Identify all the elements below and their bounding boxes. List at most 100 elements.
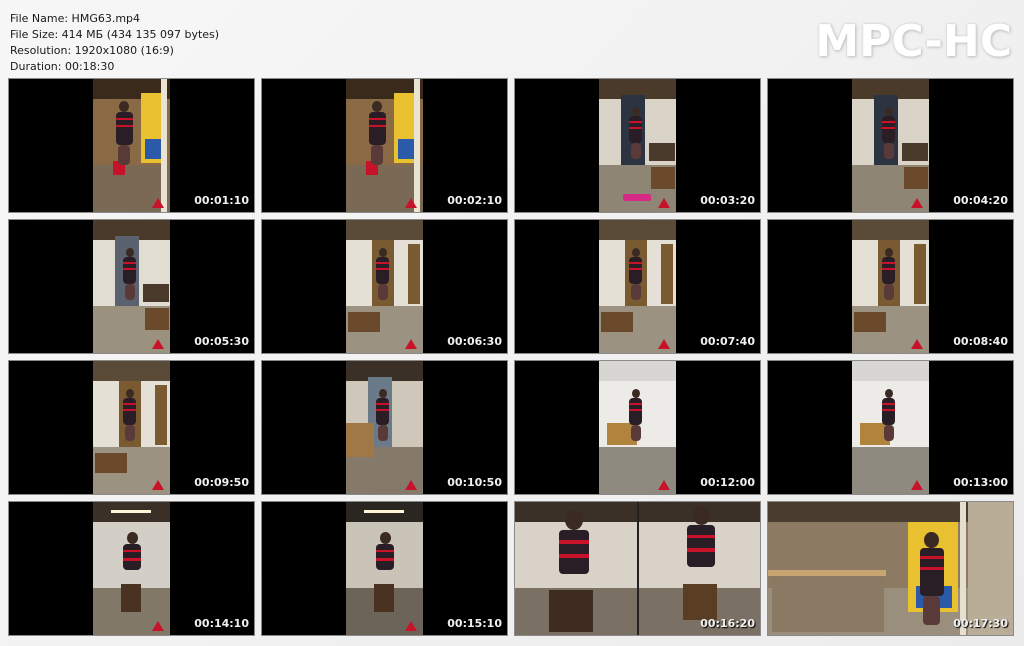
pink-logo-mark (623, 194, 651, 201)
rope-band (559, 540, 589, 544)
divider (637, 502, 639, 635)
video-frame (93, 502, 170, 635)
video-frame (93, 220, 170, 353)
rope-band (881, 126, 896, 129)
rope-band (375, 261, 390, 264)
rope-band (376, 558, 395, 561)
rope-band (122, 267, 137, 270)
rope-band (122, 261, 137, 264)
rope-band (919, 567, 944, 571)
video-thumbnail[interactable]: 00:14:10 (8, 501, 255, 636)
video-thumbnail[interactable]: 00:15:10 (261, 501, 508, 636)
rope-band (628, 120, 643, 123)
video-frame (599, 220, 676, 353)
timestamp: 00:02:10 (447, 194, 502, 207)
rope-band (881, 408, 896, 411)
figure-body (123, 544, 142, 571)
bookshelf (155, 385, 167, 445)
timestamp: 00:06:30 (447, 335, 502, 348)
figure-head (692, 506, 710, 525)
rope-band (375, 402, 390, 405)
rope-band (881, 267, 896, 270)
wood-wall (968, 502, 1013, 635)
figure-legs (883, 284, 894, 301)
bookshelf (661, 244, 673, 304)
figure-head (378, 389, 387, 398)
bookshelf (914, 244, 926, 304)
video-thumbnail[interactable]: 00:01:10 (8, 78, 255, 213)
channel-watermark (911, 198, 923, 208)
rope-band (123, 558, 142, 561)
figure-legs (371, 145, 384, 165)
video-thumbnail[interactable]: 00:17:30 (767, 501, 1014, 636)
bench (904, 167, 928, 189)
side-table (649, 143, 675, 161)
figure-legs (630, 143, 641, 160)
figure-head (631, 389, 640, 398)
stool (683, 584, 717, 620)
timestamp: 00:10:50 (447, 476, 502, 489)
bench (145, 308, 169, 330)
video-thumbnail[interactable]: 00:13:00 (767, 360, 1014, 495)
channel-watermark (405, 339, 417, 349)
table (601, 312, 633, 332)
video-thumbnail[interactable]: 00:07:40 (514, 219, 761, 354)
timestamp: 00:09:50 (194, 476, 249, 489)
channel-watermark (911, 480, 923, 490)
figure-head (378, 248, 387, 257)
figure-head (565, 510, 583, 530)
rope-band (686, 534, 716, 539)
channel-watermark (152, 480, 164, 490)
video-thumbnail[interactable]: 00:04:20 (767, 78, 1014, 213)
figure-body (559, 530, 589, 574)
timestamp: 00:04:20 (953, 194, 1008, 207)
video-thumbnail[interactable]: 00:12:00 (514, 360, 761, 495)
figure-legs (883, 143, 894, 160)
figure-head (884, 389, 893, 398)
video-thumbnail[interactable]: 00:05:30 (8, 219, 255, 354)
figure-head (631, 107, 640, 116)
video-thumbnail[interactable]: 00:08:40 (767, 219, 1014, 354)
video-frame (852, 220, 929, 353)
figure-head (125, 248, 134, 257)
video-frame (346, 502, 423, 635)
rope-band (122, 402, 137, 405)
channel-watermark (405, 621, 417, 631)
stool (374, 584, 394, 612)
rope-band (369, 117, 386, 120)
rope-band (122, 408, 137, 411)
channel-watermark (152, 621, 164, 631)
figure-legs (630, 425, 641, 442)
video-frame (852, 361, 929, 494)
stool (549, 590, 593, 632)
bar-counter (772, 574, 884, 632)
ceiling (93, 361, 170, 381)
video-thumbnail[interactable]: 00:06:30 (261, 219, 508, 354)
video-thumbnail[interactable]: 00:03:20 (514, 78, 761, 213)
video-thumbnail[interactable]: 00:10:50 (261, 360, 508, 495)
channel-watermark (658, 339, 670, 349)
figure-legs (124, 425, 135, 442)
timestamp: 00:14:10 (194, 617, 249, 630)
wall-pillar (414, 79, 420, 212)
rope-band (116, 117, 133, 120)
figure-head (125, 389, 134, 398)
wall-pillar (161, 79, 167, 212)
table (95, 453, 127, 473)
light-strip (111, 510, 151, 513)
channel-watermark (152, 339, 164, 349)
video-thumbnail[interactable]: 00:02:10 (261, 78, 508, 213)
channel-watermark (911, 339, 923, 349)
channel-watermark (658, 480, 670, 490)
bar-top (768, 570, 886, 576)
video-thumbnail[interactable]: 00:16:20 (514, 501, 761, 636)
timestamp: 00:03:20 (700, 194, 755, 207)
figure-legs (922, 596, 941, 625)
channel-watermark (152, 198, 164, 208)
video-frame (515, 502, 760, 635)
figure-legs (630, 284, 641, 301)
rope-band (628, 261, 643, 264)
video-thumbnail[interactable]: 00:09:50 (8, 360, 255, 495)
rope-band (376, 550, 395, 553)
figure-head (379, 532, 391, 544)
